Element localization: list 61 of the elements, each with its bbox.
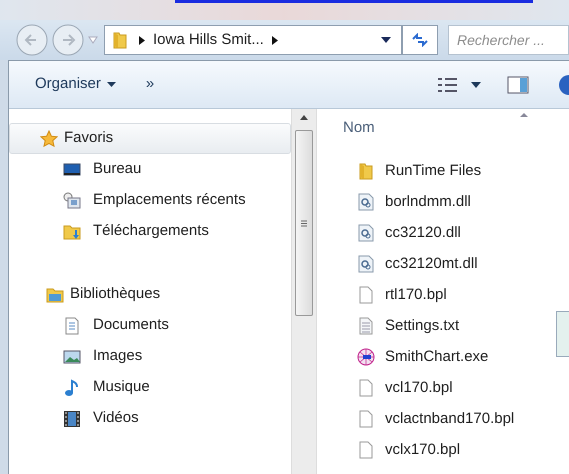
address-path: Iowa Hills Smit... (152, 30, 265, 50)
scroll-thumb[interactable] (295, 130, 313, 316)
sidebar-group[interactable]: Favoris (9, 123, 291, 154)
sidebar-item[interactable]: Vidéos (9, 403, 291, 434)
caret-icon (106, 82, 116, 87)
file-item[interactable]: cc32120.dll (343, 218, 569, 248)
film-icon (63, 410, 81, 428)
sidebar-item[interactable]: Musique (9, 372, 291, 403)
file-icon (357, 441, 375, 459)
sidebar-item[interactable]: Documents (9, 310, 291, 341)
file-item[interactable]: borlndmm.dll (343, 186, 569, 218)
settings-file-icon (357, 224, 375, 242)
file-item[interactable]: cc32120mt.dll (343, 248, 569, 280)
file-item[interactable]: RunTime Files (343, 156, 569, 186)
file-item[interactable]: vcl170.bpl (343, 372, 569, 404)
library-icon (46, 286, 64, 304)
document-icon (63, 316, 81, 334)
scrollbar[interactable] (291, 109, 317, 474)
file-icon (357, 286, 375, 304)
sidebar-item[interactable]: Images (9, 341, 291, 372)
music-note-icon (63, 378, 81, 396)
image-icon (63, 348, 81, 366)
address-bar[interactable]: Iowa Hills Smit... (104, 25, 402, 55)
download-folder-icon (63, 222, 81, 240)
sort-arrow-icon (520, 113, 528, 117)
sidebar-item[interactable]: Emplacements récents (9, 185, 291, 216)
recent-places-icon (63, 192, 81, 210)
folder-icon (111, 31, 129, 49)
preview-pane-icon[interactable] (507, 76, 529, 94)
file-item[interactable]: SmithChart.exe (343, 342, 569, 372)
refresh-button[interactable] (402, 25, 438, 55)
grip-icon (301, 220, 307, 226)
view-list-icon[interactable] (437, 76, 459, 92)
star-icon (40, 130, 58, 148)
search-field[interactable]: Rechercher ... (448, 25, 569, 55)
name-column-header[interactable]: Nom (343, 117, 375, 140)
group-label: Favoris (64, 128, 114, 148)
text-file-icon (357, 317, 375, 335)
dropdown-icon[interactable] (381, 37, 391, 43)
caret-icon[interactable] (471, 82, 481, 88)
sidebar-item[interactable]: Bureau (9, 154, 291, 185)
file-item[interactable]: vclactnband170.bpl (343, 404, 569, 434)
file-icon (357, 410, 375, 428)
more-button[interactable]: » (146, 73, 154, 96)
organize-button[interactable]: Organiser (35, 73, 116, 96)
file-item[interactable]: vclx170.bpl (343, 434, 569, 466)
settings-file-icon (357, 193, 375, 211)
group-label: Bibliothèques (70, 284, 160, 304)
sidebar-item[interactable]: Téléchargements (9, 216, 291, 247)
scroll-up-icon[interactable] (300, 115, 308, 120)
file-item[interactable]: Settings.txt (343, 310, 569, 342)
file-icon (357, 379, 375, 397)
chevron-icon[interactable] (272, 36, 278, 44)
smith-chart-icon (357, 348, 375, 366)
settings-file-icon (357, 255, 375, 273)
folder-icon (357, 162, 375, 180)
monitor-icon (63, 160, 81, 178)
refresh-icon (411, 33, 429, 47)
chevron-icon[interactable] (139, 36, 145, 44)
file-item[interactable]: rtl170.bpl (343, 280, 569, 310)
sidebar-group[interactable]: Bibliothèques (9, 279, 291, 310)
